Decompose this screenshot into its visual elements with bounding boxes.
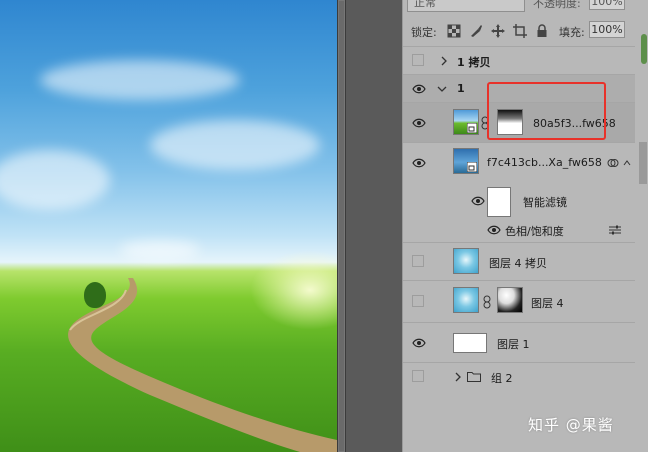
lock-label: 锁定: bbox=[411, 26, 437, 39]
layer-name: 图层 1 bbox=[497, 338, 530, 351]
visibility-toggle[interactable] bbox=[412, 54, 424, 66]
layer-row-layer-4-copy[interactable]: 图层 4 拷贝 bbox=[403, 242, 635, 280]
lock-position-icon[interactable] bbox=[491, 24, 505, 38]
visibility-toggle[interactable] bbox=[412, 295, 424, 307]
chevron-right-icon[interactable] bbox=[439, 56, 449, 66]
fill-input[interactable]: 100% bbox=[589, 21, 625, 38]
filter-effect-row-hue-saturation[interactable]: 色相/饱和度 bbox=[403, 220, 635, 240]
canvas-scrollbar[interactable] bbox=[337, 0, 346, 452]
panel-divider bbox=[346, 0, 402, 452]
chevron-right-icon[interactable] bbox=[453, 372, 463, 382]
layer-row-group-2[interactable]: 组 2 bbox=[403, 362, 635, 390]
visibility-toggle[interactable] bbox=[412, 370, 424, 382]
layers-scrollbar-thumb[interactable] bbox=[639, 142, 647, 184]
layer-name: 1 拷贝 bbox=[457, 56, 491, 69]
layer-name: 智能滤镜 bbox=[523, 196, 567, 209]
smart-object-icon bbox=[467, 123, 477, 133]
layer-name: f7c413cb...Xa_fw658 bbox=[487, 156, 602, 169]
layer-thumbnail[interactable] bbox=[453, 287, 479, 313]
layers-panel: 正常 不透明度: 100% 锁定: 填充: 100% 1 拷贝 1 80a5f3… bbox=[402, 0, 648, 452]
layer-row-layer-4[interactable]: 图层 4 bbox=[403, 280, 635, 322]
eye-icon[interactable] bbox=[487, 225, 501, 235]
opacity-label: 不透明度: bbox=[533, 0, 581, 10]
link-icon[interactable] bbox=[483, 295, 491, 309]
layer-name: 组 2 bbox=[491, 372, 513, 385]
lock-artboard-icon[interactable] bbox=[513, 24, 527, 38]
smart-filters-row[interactable]: 智能滤镜 bbox=[403, 182, 635, 220]
panel-scroll-indicator[interactable] bbox=[641, 34, 647, 64]
smart-filter-options-icon[interactable] bbox=[607, 157, 619, 169]
smart-filter-mask-thumbnail[interactable] bbox=[487, 187, 511, 217]
eye-icon[interactable] bbox=[412, 84, 426, 94]
dirt-road bbox=[68, 278, 337, 452]
smart-object-icon bbox=[467, 162, 477, 172]
blend-mode-select[interactable]: 正常 bbox=[407, 0, 525, 12]
layer-name: 图层 4 bbox=[531, 297, 564, 310]
lock-transparent-pixels-icon[interactable] bbox=[447, 24, 461, 38]
eye-icon[interactable] bbox=[412, 158, 426, 168]
layer-thumbnail[interactable] bbox=[453, 148, 479, 174]
layer-name: 图层 4 拷贝 bbox=[489, 257, 547, 270]
layer-mask-thumbnail[interactable] bbox=[497, 287, 523, 313]
scrollbar-thumb[interactable] bbox=[338, 0, 345, 452]
layer-thumbnail[interactable] bbox=[453, 333, 487, 353]
filter-blending-options-icon[interactable] bbox=[609, 225, 621, 235]
opacity-input[interactable]: 100% bbox=[589, 0, 625, 10]
chevron-down-icon[interactable] bbox=[437, 84, 447, 94]
visibility-toggle[interactable] bbox=[412, 255, 424, 267]
layer-row-layer-1[interactable]: 图层 1 bbox=[403, 322, 635, 362]
folder-icon bbox=[467, 372, 481, 382]
chevron-up-icon[interactable] bbox=[623, 159, 631, 167]
layer-name: 1 bbox=[457, 82, 465, 95]
lock-image-pixels-icon[interactable] bbox=[469, 24, 483, 38]
fill-label: 填充: bbox=[559, 26, 585, 39]
layer-thumbnail[interactable] bbox=[453, 248, 479, 274]
annotation-highlight-box bbox=[487, 82, 606, 140]
watermark: 知乎 @果酱 bbox=[528, 416, 614, 434]
layer-name: 色相/饱和度 bbox=[505, 225, 564, 238]
layer-row-1-copy[interactable]: 1 拷贝 bbox=[403, 46, 635, 74]
eye-icon[interactable] bbox=[412, 338, 426, 348]
layer-row-f7c413cb[interactable]: f7c413cb...Xa_fw658 bbox=[403, 142, 635, 182]
layer-thumbnail[interactable] bbox=[453, 109, 479, 135]
lock-all-icon[interactable] bbox=[535, 24, 549, 38]
eye-icon[interactable] bbox=[412, 118, 426, 128]
eye-icon[interactable] bbox=[471, 196, 485, 206]
document-canvas[interactable] bbox=[0, 0, 337, 452]
